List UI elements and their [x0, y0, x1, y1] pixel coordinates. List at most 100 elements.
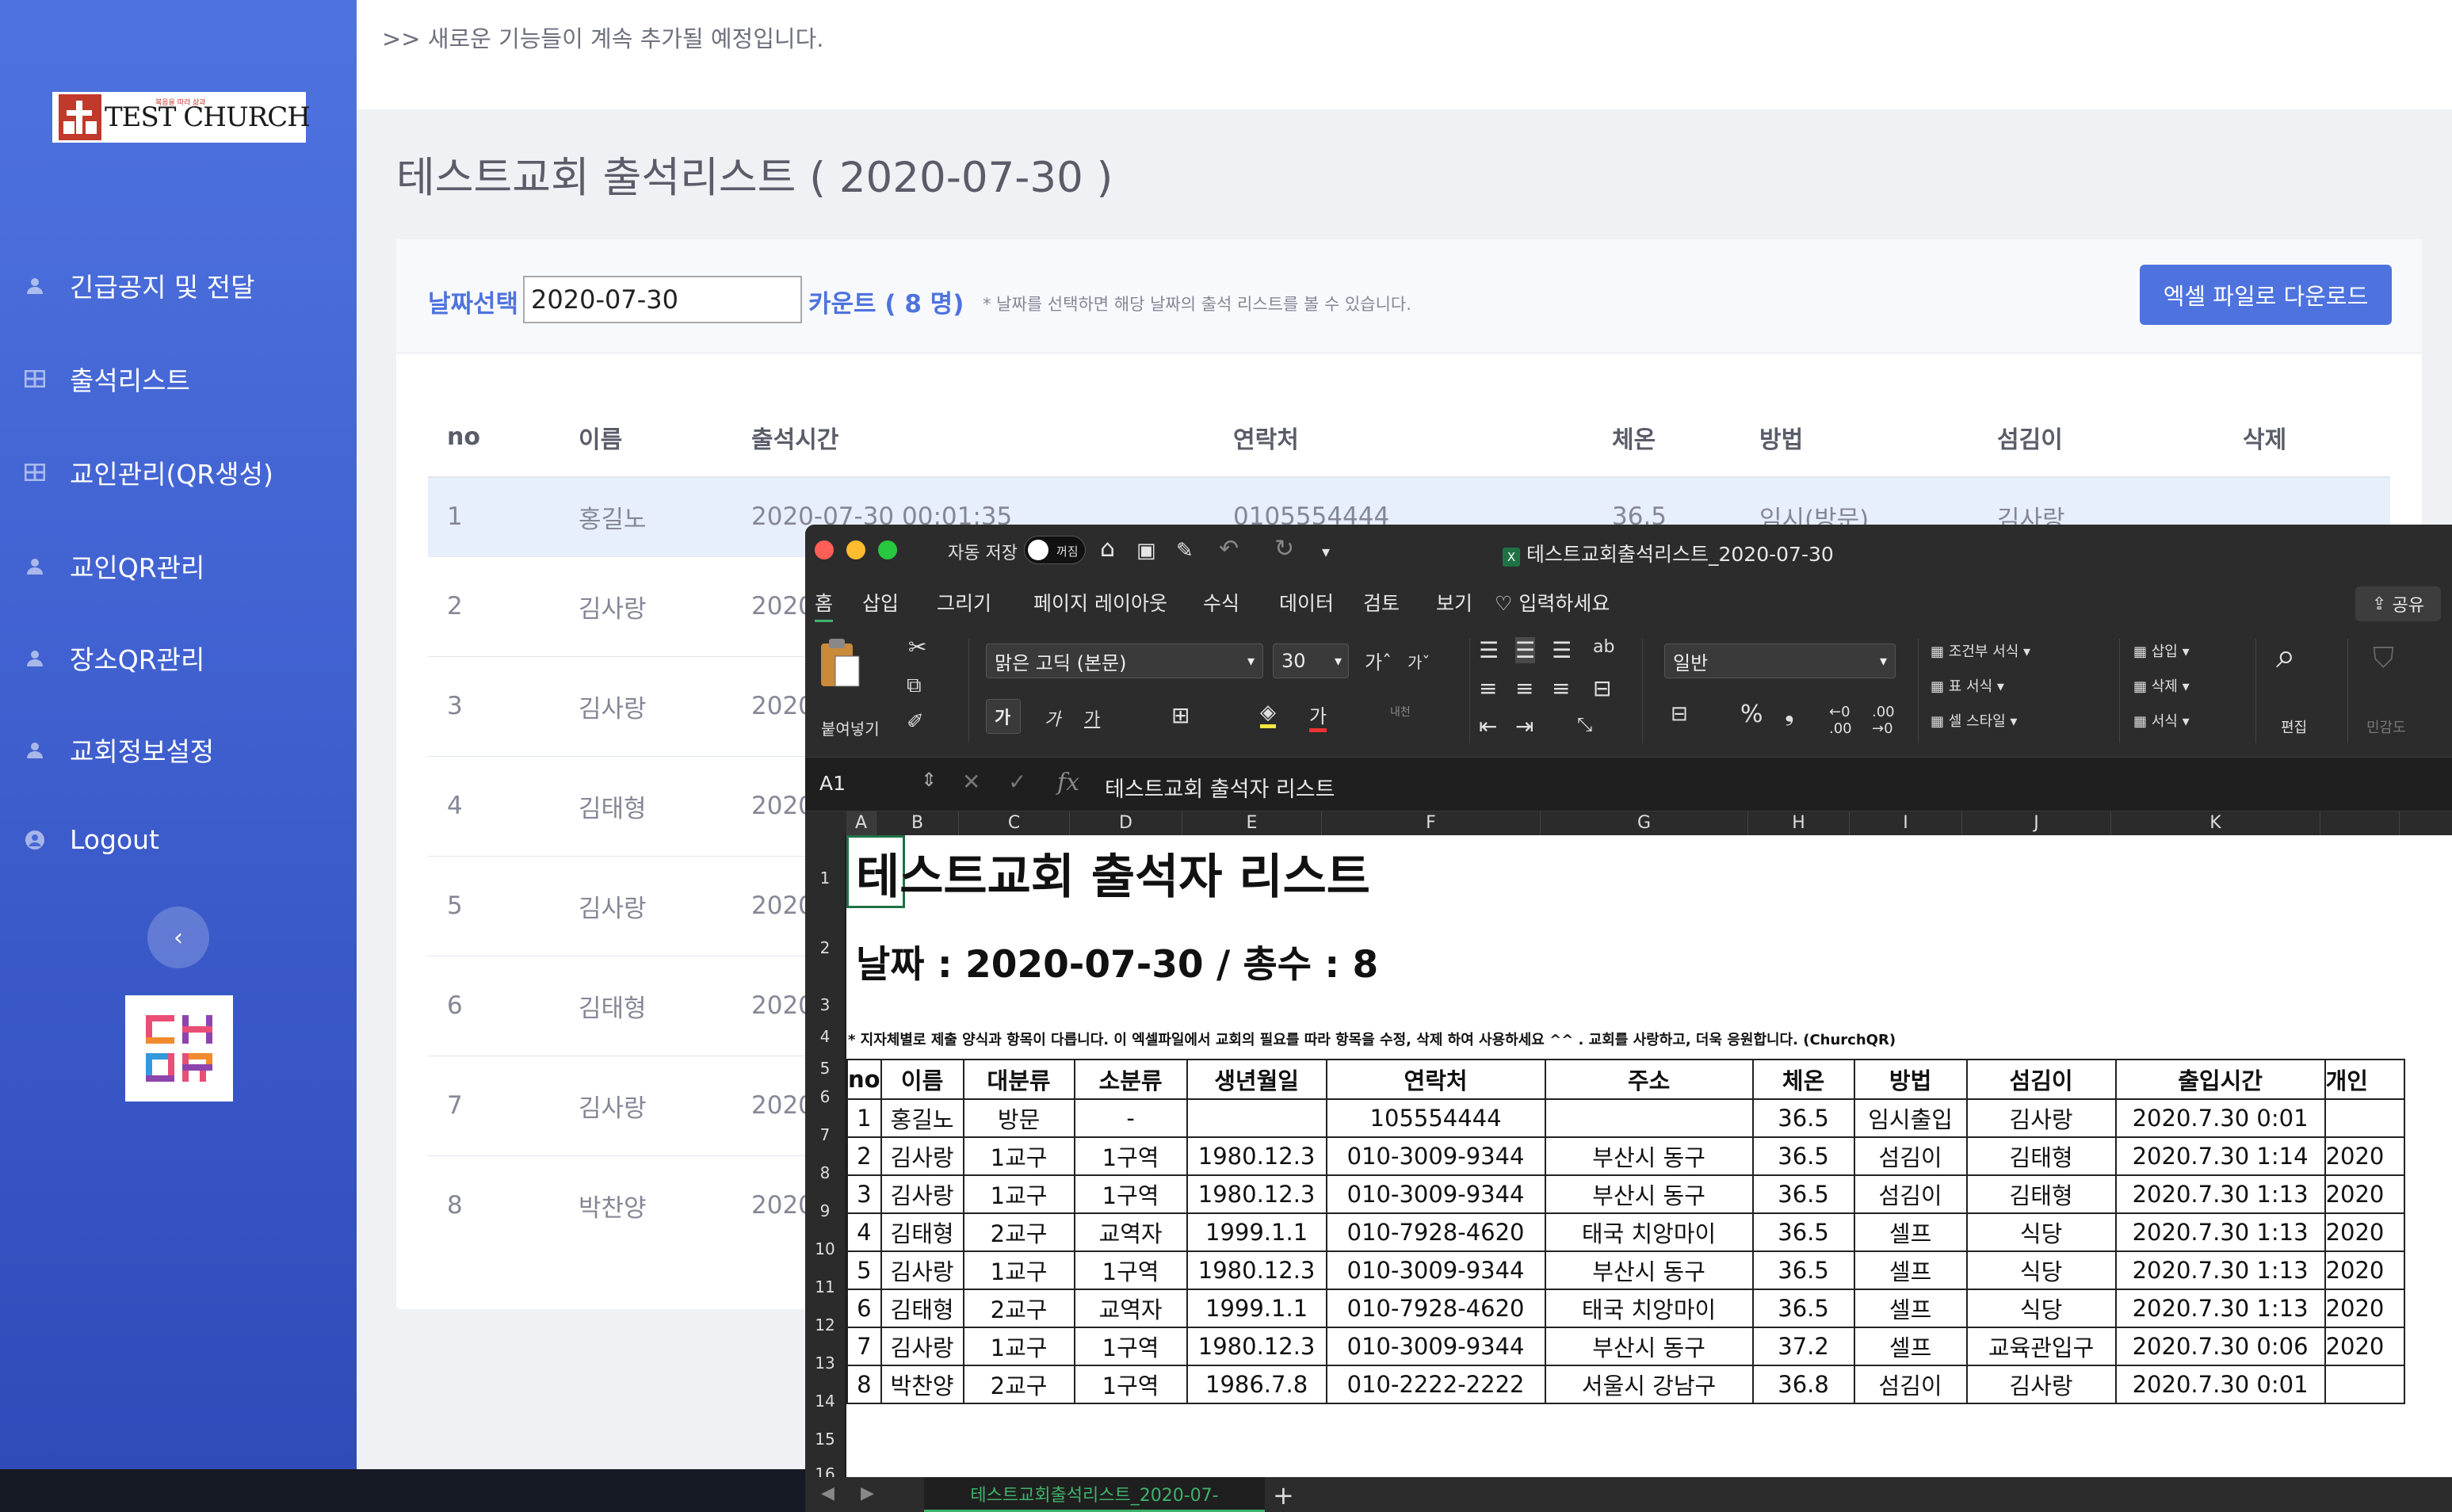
sheet-header-cell[interactable]: 대분류: [962, 1059, 1075, 1100]
sheet-cell[interactable]: 2020.7.30 1:13: [2114, 1174, 2326, 1214]
sheet-cell[interactable]: 105554444: [1325, 1098, 1546, 1138]
col-header-time[interactable]: 출석시간: [732, 398, 1214, 478]
col-header-method[interactable]: 방법: [1740, 398, 1978, 478]
sheet-cell[interactable]: 박찬양: [880, 1365, 964, 1404]
sheet-cell[interactable]: 2020.7.30 0:06: [2114, 1327, 2326, 1366]
sheet-cell[interactable]: 5: [846, 1250, 882, 1290]
sheet-cell[interactable]: 섬김이: [1853, 1365, 1968, 1404]
sheet-cell[interactable]: 김사랑: [880, 1327, 964, 1366]
sheet-cell[interactable]: 김사랑: [880, 1174, 964, 1214]
delete-cells-button[interactable]: ▦ 삭제 ▾: [2133, 675, 2190, 696]
sheet-cell[interactable]: 36.5: [1751, 1250, 1855, 1290]
sheet-cell[interactable]: 부산시 동구: [1544, 1136, 1754, 1176]
sidebar-item-logout[interactable]: Logout: [24, 824, 159, 855]
sheet-cell[interactable]: 37.2: [1751, 1327, 1855, 1366]
sheet-cell[interactable]: 2교구: [962, 1212, 1075, 1252]
font-size-select[interactable]: 30 ▾: [1273, 643, 1349, 678]
column-header[interactable]: [2320, 811, 2400, 835]
sheet-cell[interactable]: 010-7928-4620: [1325, 1289, 1546, 1328]
sheet-cell[interactable]: 김사랑: [1965, 1098, 2117, 1138]
sheet-header-cell[interactable]: 방법: [1853, 1059, 1968, 1100]
menu-draw[interactable]: 그리기: [937, 588, 991, 617]
close-window-button[interactable]: [815, 540, 834, 559]
row-header[interactable]: 3: [805, 995, 845, 1014]
sheet-date-cell[interactable]: 날짜 : 2020-07-30 / 총수 : 8: [856, 934, 1378, 988]
sheet-header-cell[interactable]: 이름: [880, 1059, 964, 1100]
column-header[interactable]: A: [846, 811, 877, 835]
sheet-header-cell[interactable]: no: [846, 1059, 882, 1100]
sheet-cell[interactable]: 1986.7.8: [1186, 1365, 1327, 1404]
sidebar-collapse-button[interactable]: ‹: [147, 907, 209, 968]
sheet-cell[interactable]: 임시출입: [1853, 1098, 1968, 1138]
namebox-stepper-icon[interactable]: ⇕: [921, 769, 937, 791]
sheet-cell[interactable]: 2020: [2324, 1250, 2405, 1290]
cut-icon[interactable]: ✂: [908, 634, 926, 660]
sheet-header-cell[interactable]: 생년월일: [1186, 1059, 1327, 1100]
sidebar-item-member-qr[interactable]: 교인QR관리: [24, 547, 204, 585]
sheet-cell[interactable]: 010-3009-9344: [1325, 1327, 1546, 1366]
sheet-cell[interactable]: 36.8: [1751, 1365, 1855, 1404]
worksheet-grid[interactable]: 테스트교회 출석자 리스트 날짜 : 2020-07-30 / 총수 : 8 *…: [846, 835, 2452, 1477]
search-icon[interactable]: ⌕: [2276, 636, 2296, 676]
row-header[interactable]: 2: [805, 938, 845, 957]
sheet-cell[interactable]: 36.5: [1751, 1289, 1855, 1328]
sidebar-item-notice[interactable]: 긴급공지 및 전달: [24, 266, 255, 304]
zoom-window-button[interactable]: [878, 540, 897, 559]
row-header[interactable]: 8: [805, 1163, 845, 1182]
sheet-cell[interactable]: 1교구: [962, 1136, 1075, 1176]
table-format-button[interactable]: ▦ 표 서식 ▾: [1931, 675, 2004, 696]
accounting-format-icon[interactable]: ⊟: [1671, 702, 1688, 726]
menu-formulas[interactable]: 수식: [1203, 588, 1239, 617]
sheet-header-cell[interactable]: 연락처: [1325, 1059, 1546, 1100]
sheet-cell[interactable]: 010-3009-9344: [1325, 1136, 1546, 1176]
column-header[interactable]: B: [877, 811, 959, 835]
sheet-cell[interactable]: 1구역: [1073, 1365, 1188, 1404]
sheet-cell[interactable]: 4: [846, 1212, 882, 1252]
column-header[interactable]: E: [1182, 811, 1322, 835]
row-header[interactable]: 14: [805, 1392, 845, 1411]
function-icon[interactable]: fx: [1057, 769, 1079, 796]
church-logo[interactable]: TEST CHURCH 복음을 따라 삶과: [52, 92, 311, 143]
orientation-icon[interactable]: ab: [1593, 637, 1614, 657]
sheet-cell[interactable]: [2324, 1365, 2405, 1404]
increase-decimal-icon[interactable]: ←0.00: [1829, 704, 1852, 737]
sheet-cell[interactable]: 부산시 동구: [1544, 1250, 1754, 1290]
sidebar-item-attendance[interactable]: 출석리스트: [24, 360, 190, 398]
align-left-icon[interactable]: ≡: [1479, 675, 1497, 701]
sheet-cell[interactable]: 1980.12.3: [1186, 1136, 1327, 1176]
tell-me[interactable]: ♡ 입력하세요: [1495, 588, 1610, 617]
sheet-cell[interactable]: 1구역: [1073, 1174, 1188, 1214]
sheet-cell[interactable]: 방문: [962, 1098, 1075, 1138]
sheet-cell[interactable]: 김태형: [880, 1289, 964, 1328]
sheet-cell[interactable]: 1구역: [1073, 1250, 1188, 1290]
sheet-cell[interactable]: 1교구: [962, 1327, 1075, 1366]
paste-button[interactable]: [818, 637, 865, 693]
italic-button[interactable]: 가: [1045, 705, 1060, 731]
sheet-cell[interactable]: 3: [846, 1174, 882, 1214]
column-header[interactable]: G: [1541, 811, 1748, 835]
sheet-tab[interactable]: 테스트교회출석리스트_2020-07-: [924, 1477, 1265, 1512]
align-center-icon[interactable]: ≡: [1515, 675, 1533, 701]
col-header-phone[interactable]: 연락처: [1214, 398, 1593, 478]
col-header-delete[interactable]: 삭제: [2224, 398, 2390, 478]
sheet-cell[interactable]: 식당: [1965, 1250, 2117, 1290]
percent-button[interactable]: %: [1740, 701, 1763, 728]
sheet-cell[interactable]: 36.5: [1751, 1212, 1855, 1252]
sheet-cell[interactable]: 2020.7.30 1:13: [2114, 1212, 2326, 1252]
column-header[interactable]: D: [1070, 811, 1182, 835]
sheet-cell[interactable]: 1구역: [1073, 1136, 1188, 1176]
sheet-cell[interactable]: 교육관입구: [1965, 1327, 2117, 1366]
sheet-cell[interactable]: 2020.7.30 0:01: [2114, 1098, 2326, 1138]
share-button[interactable]: ⇪ 공유: [2355, 586, 2441, 621]
sheet-cell[interactable]: 김태형: [880, 1212, 964, 1252]
sheet-note-cell[interactable]: * 지자체별로 제출 양식과 항목이 다릅니다. 이 엑셀파일에서 교회의 필요…: [848, 1029, 1896, 1049]
sheet-cell[interactable]: 2020.7.30 1:13: [2114, 1250, 2326, 1290]
sheet-cell[interactable]: 태국 치앙마이: [1544, 1289, 1754, 1328]
save-icon[interactable]: ▣: [1136, 540, 1156, 561]
sheet-cell[interactable]: 2020: [2324, 1136, 2405, 1176]
formula-input[interactable]: 테스트교회 출석자 리스트: [1105, 772, 1335, 803]
align-middle-icon[interactable]: ☰: [1515, 637, 1536, 663]
align-top-icon[interactable]: ☰: [1479, 637, 1499, 663]
sheet-header-cell[interactable]: 개인: [2324, 1059, 2405, 1100]
sheet-cell[interactable]: 김태형: [1965, 1174, 2117, 1214]
